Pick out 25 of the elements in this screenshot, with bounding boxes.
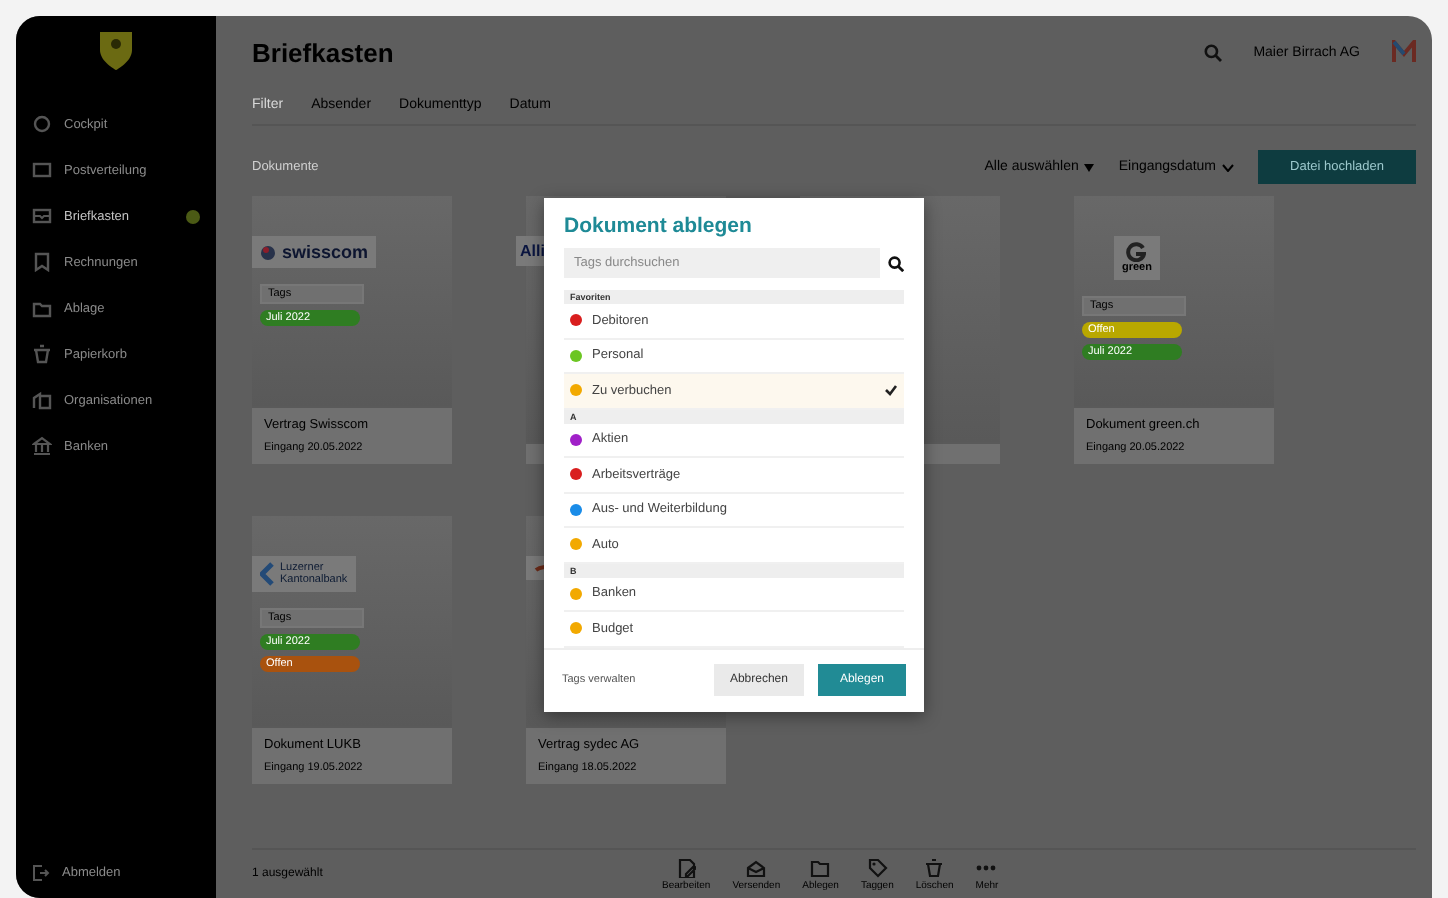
caret-icon	[1084, 163, 1095, 171]
bank-icon	[32, 436, 52, 456]
folder-icon	[32, 298, 52, 318]
swirl-icon	[260, 243, 276, 261]
shield-logo	[96, 28, 136, 72]
chevron-icon	[260, 562, 274, 587]
logout-icon	[32, 864, 50, 882]
bookmark-icon	[32, 252, 52, 272]
inbox-icon	[32, 206, 52, 226]
m-logo	[1392, 40, 1416, 64]
search-icon	[888, 255, 904, 271]
logo-text: swisscom	[282, 242, 369, 262]
trash-icon	[924, 857, 945, 877]
building-icon	[32, 390, 52, 410]
search-icon[interactable]	[1203, 43, 1222, 61]
trash-icon	[32, 344, 52, 364]
page-title: Briefkasten	[252, 37, 394, 67]
edit-icon	[676, 857, 697, 877]
chevron-icon	[1222, 163, 1235, 171]
folder-icon	[810, 857, 831, 877]
ring-icon	[1126, 242, 1147, 262]
dialog-title: Dokument ablegen	[562, 212, 754, 242]
logo-text: Alli	[520, 242, 545, 260]
tag-icon	[867, 857, 888, 877]
check-icon	[884, 384, 898, 397]
